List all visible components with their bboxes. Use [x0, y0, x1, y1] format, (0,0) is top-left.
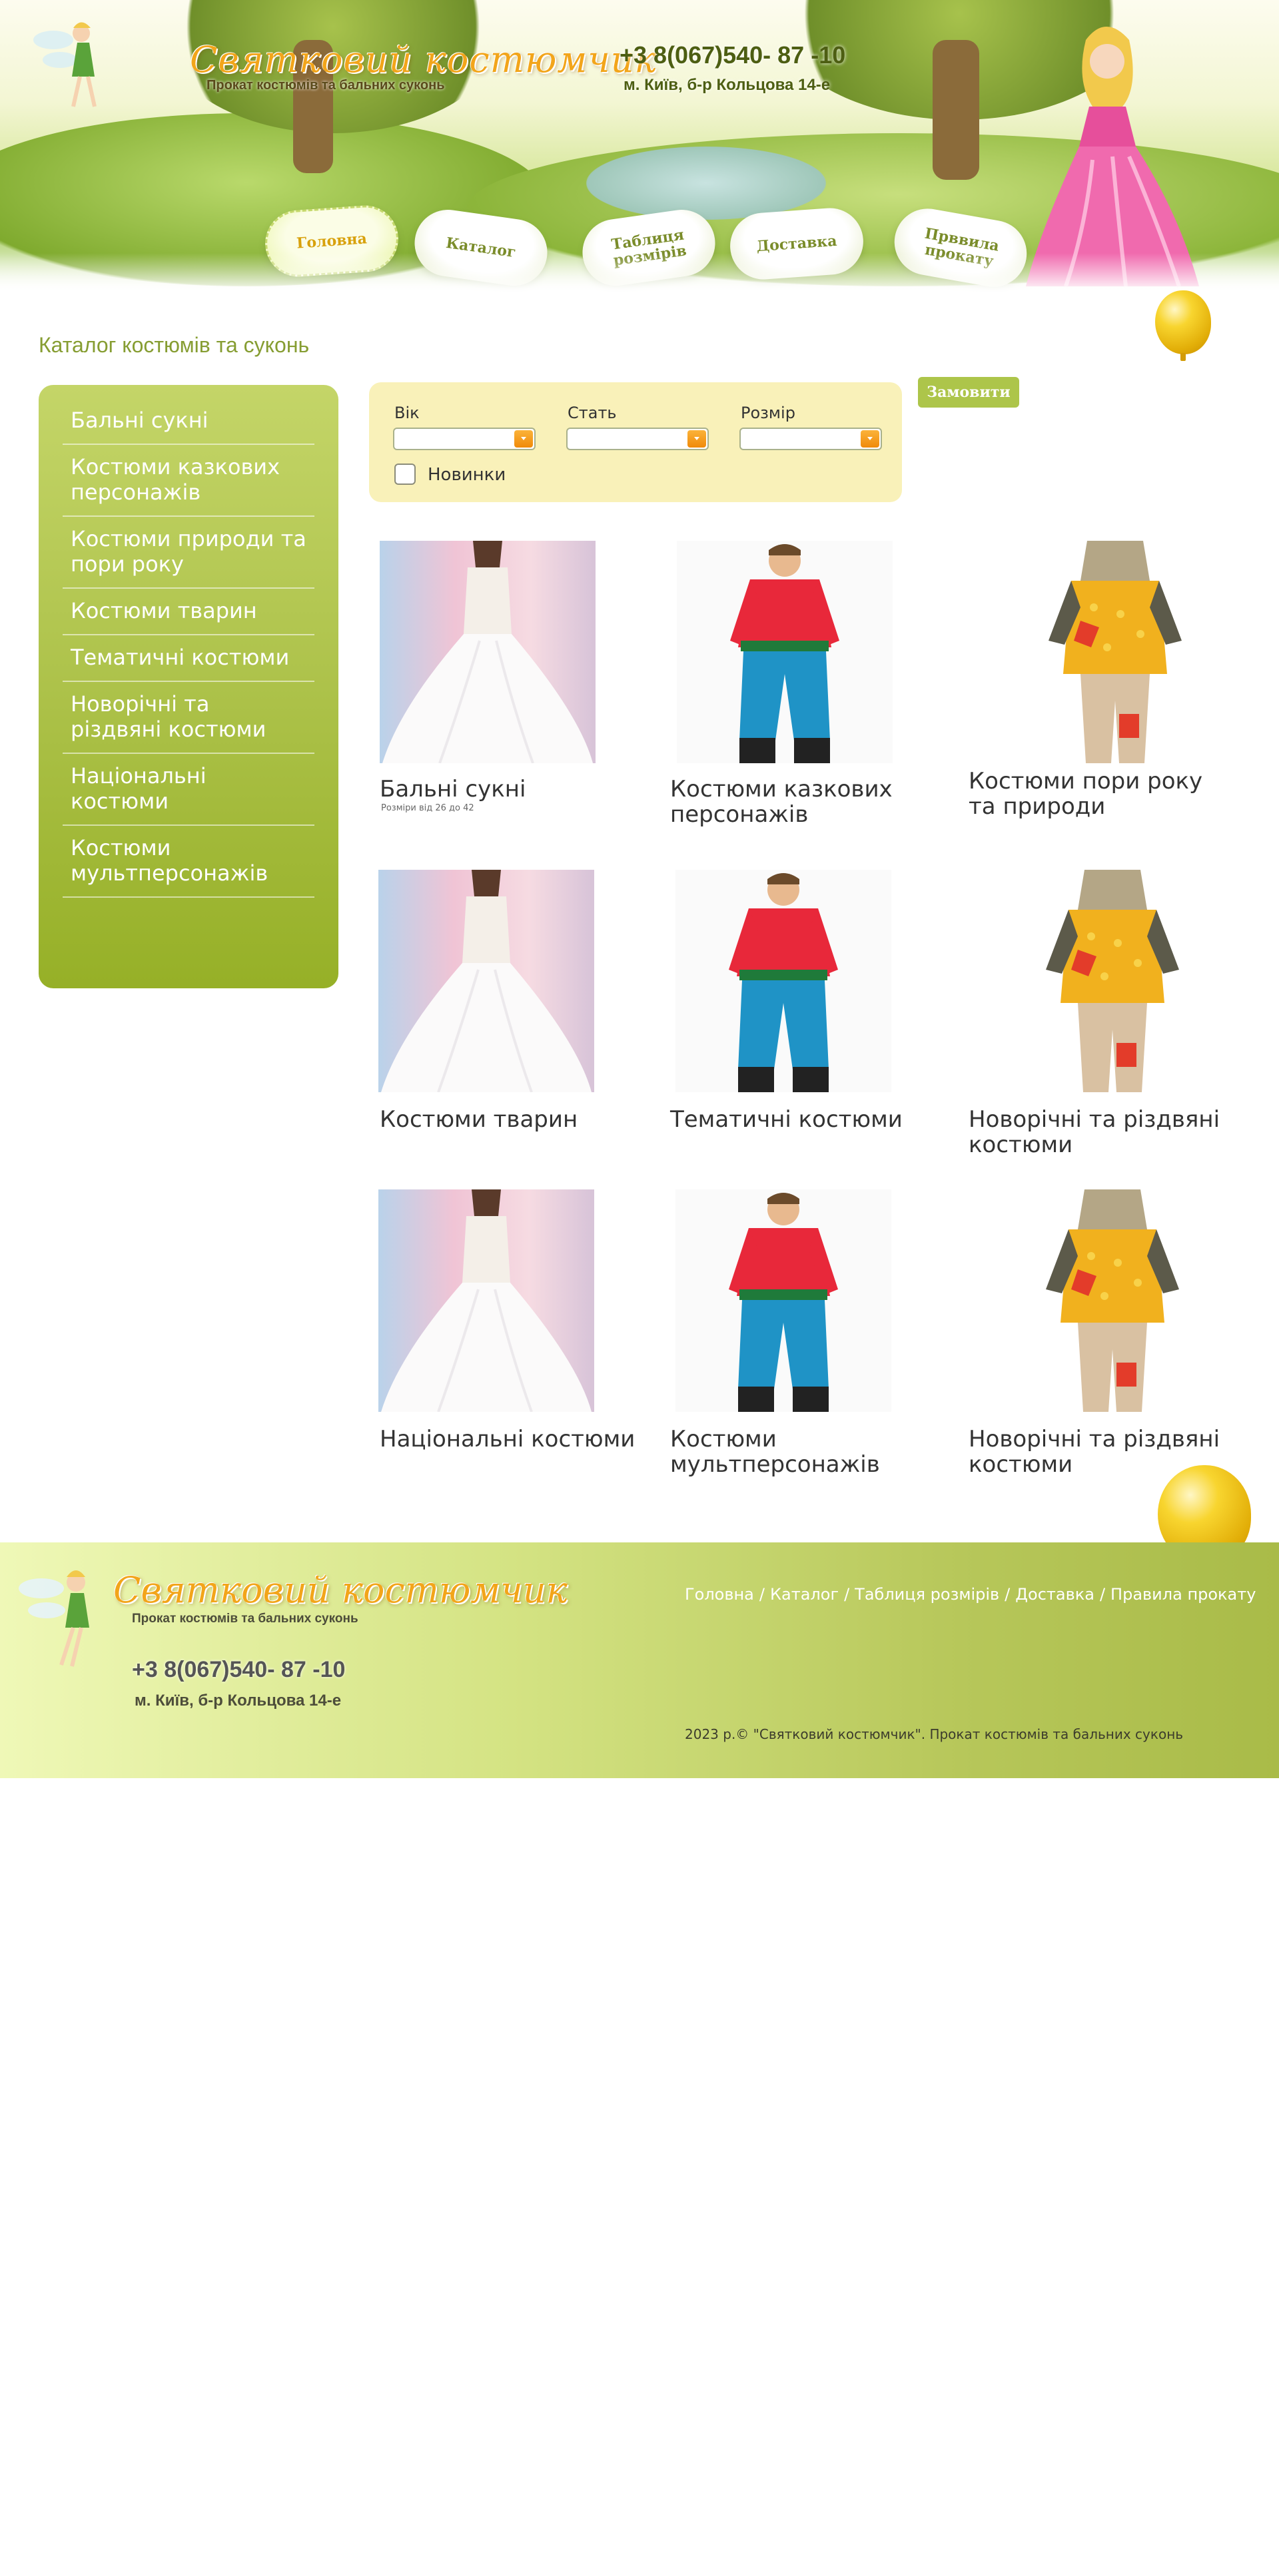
footer-phone[interactable]: +3 8(067)540- 87 -10	[132, 1657, 345, 1683]
product-name[interactable]: Костюми тварин	[380, 1107, 646, 1132]
sidebar-item-nature-season-costumes[interactable]: Костюми природи та пори року	[63, 517, 314, 589]
nav-home-label: Головна	[296, 230, 368, 252]
footer-logo-title[interactable]: Святковий костюмчик	[113, 1569, 568, 1611]
footer-nav: Головна / Каталог / Таблиця розмірів / Д…	[685, 1585, 1256, 1604]
scarecrow-costume-photo[interactable]	[1005, 870, 1220, 1092]
chevron-down-icon	[687, 430, 706, 448]
sidebar-item-animal-costumes[interactable]: Костюми тварин	[63, 589, 314, 635]
sidebar-item-fairy-tale-costumes[interactable]: Костюми казкових персонажів	[63, 445, 314, 517]
boy-costume-photo[interactable]	[677, 541, 893, 763]
product-name[interactable]: Бальні сукні	[380, 777, 646, 802]
nav-delivery-label: Доставка	[755, 232, 838, 256]
dress-photo[interactable]	[378, 1189, 594, 1412]
chevron-down-icon	[514, 430, 533, 448]
logo-title: Святковий костюмчик	[190, 39, 657, 81]
footer-copyright: 2023 р.© "Святковий костюмчик". Прокат к…	[685, 1726, 1184, 1742]
scarecrow-costume-photo[interactable]	[1007, 541, 1223, 763]
sidebar-item-new-year-costumes[interactable]: Новорічні та різдвяні костюми	[63, 682, 314, 754]
scarecrow-costume-photo[interactable]	[1005, 1189, 1220, 1412]
balloon-decoration	[1155, 290, 1211, 361]
header-logo[interactable]: Святковий костюмчик Прокат костюмів та б…	[190, 39, 657, 93]
footer-link-rental-rules[interactable]: Правила прокату	[1110, 1585, 1256, 1604]
footer-link-home[interactable]: Головна	[685, 1585, 754, 1604]
product-name[interactable]: Тематичні костюми	[670, 1107, 937, 1132]
catalog-filter: Вік Стать Розмір Новинки	[369, 382, 902, 502]
dress-photo[interactable]	[380, 541, 596, 763]
site-header: Святковий костюмчик Прокат костюмів та б…	[0, 0, 1279, 293]
page-title: Каталог костюмів та суконь	[39, 333, 310, 357]
sidebar-item-thematic-costumes[interactable]: Тематичні костюми	[63, 635, 314, 682]
footer-nav-separator: /	[844, 1585, 850, 1604]
chevron-down-icon	[861, 430, 879, 448]
header-phone[interactable]: +3 8(067)540- 87 -10	[620, 41, 845, 69]
princess-illustration	[1026, 27, 1199, 287]
product-name[interactable]: Новорічні та різдвяні костюми	[969, 1107, 1235, 1157]
gender-select[interactable]	[566, 428, 709, 450]
age-label: Вік	[394, 404, 420, 422]
footer-nav-separator: /	[1099, 1585, 1106, 1604]
footer-link-delivery[interactable]: Доставка	[1015, 1585, 1094, 1604]
catalog-sidebar: Бальні сукні Костюми казкових персонажів…	[39, 385, 338, 988]
size-label: Розмір	[741, 404, 795, 422]
footer-nav-separator: /	[1005, 1585, 1011, 1604]
footer-address: м. Київ, б-р Кольцова 14-е	[135, 1692, 342, 1710]
header-address: м. Київ, б-р Кольцова 14-е	[624, 76, 831, 94]
boy-costume-photo[interactable]	[675, 870, 891, 1092]
header-contacts: +3 8(067)540- 87 -10 м. Київ, б-р Кольцо…	[620, 41, 845, 95]
new-items-checkbox[interactable]	[394, 464, 416, 485]
fairy-illustration	[19, 1570, 89, 1667]
sidebar-item-cartoon-costumes[interactable]: Костюми мультперсонажів	[63, 826, 314, 898]
product-name[interactable]: Національні костюми	[380, 1427, 646, 1452]
gender-label: Стать	[568, 404, 617, 422]
sidebar-item-national-costumes[interactable]: Національні костюми	[63, 754, 314, 826]
new-items-label: Новинки	[428, 465, 506, 485]
footer-link-catalog[interactable]: Каталог	[770, 1585, 839, 1604]
product-name[interactable]: Костюми пори року та природи	[969, 769, 1235, 819]
dress-photo[interactable]	[378, 870, 594, 1092]
site-footer: Святковий костюмчик Прокат костюмів та б…	[0, 1542, 1279, 1778]
boy-costume-photo[interactable]	[675, 1189, 891, 1412]
footer-logo-subtitle: Прокат костюмів та бальних суконь	[132, 1612, 358, 1626]
footer-link-size-table[interactable]: Таблиця розмірів	[855, 1585, 999, 1604]
order-button[interactable]: Замовити	[918, 377, 1019, 408]
fairy-illustration	[33, 22, 97, 107]
sidebar-item-ball-gowns[interactable]: Бальні сукні	[63, 398, 314, 445]
size-select[interactable]	[739, 428, 882, 450]
product-sizes: Розміри від 26 до 42	[381, 803, 474, 813]
product-name[interactable]: Костюми мультперсонажів	[670, 1427, 937, 1477]
age-select[interactable]	[393, 428, 536, 450]
footer-nav-separator: /	[759, 1585, 765, 1604]
product-name[interactable]: Костюми казкових персонажів	[670, 777, 937, 827]
